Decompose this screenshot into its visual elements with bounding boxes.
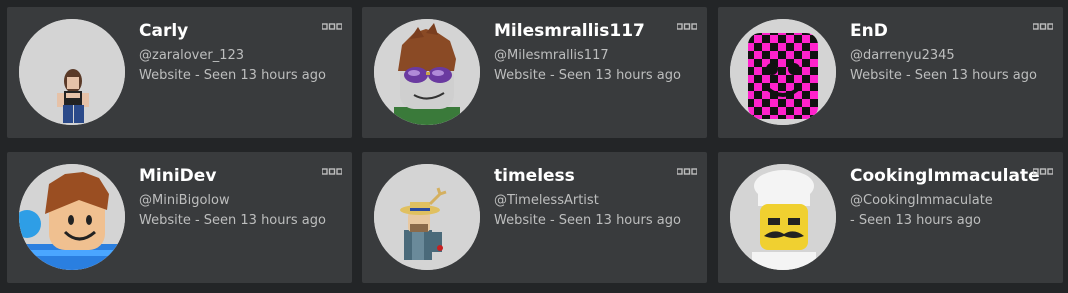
friend-status: Website - Seen 13 hours ago: [139, 68, 326, 83]
friend-username: @TimelessArtist: [494, 193, 599, 208]
avatar-minidev-icon[interactable]: [19, 164, 125, 270]
more-options-icon[interactable]: [322, 168, 342, 178]
friend-card[interactable]: Milesmrallis117 @Milesmrallis117 Website…: [362, 7, 707, 138]
friend-display-name[interactable]: MiniDev: [139, 164, 329, 188]
friend-username: @zaralover_123: [139, 48, 245, 63]
friend-username: @MiniBigolow: [139, 193, 230, 208]
avatar-end-icon[interactable]: [730, 19, 836, 125]
friend-display-name[interactable]: Milesmrallis117: [494, 19, 684, 43]
friend-display-name[interactable]: EnD: [850, 19, 1040, 43]
more-options-icon[interactable]: [677, 168, 697, 178]
friend-card[interactable]: timeless @TimelessArtist Website - Seen …: [362, 152, 707, 283]
friend-card[interactable]: CookingImmaculate @CookingImmaculate - S…: [718, 152, 1063, 283]
friend-status: - Seen 13 hours ago: [850, 213, 981, 228]
avatar-timeless-icon[interactable]: [374, 164, 480, 270]
friend-display-name[interactable]: Carly: [139, 19, 329, 43]
friend-status: Website - Seen 13 hours ago: [494, 68, 681, 83]
avatar-milesmrallis117-icon[interactable]: [374, 19, 480, 125]
friend-card[interactable]: MiniDev @MiniBigolow Website - Seen 13 h…: [7, 152, 352, 283]
friend-display-name[interactable]: timeless: [494, 164, 684, 188]
friend-status: Website - Seen 13 hours ago: [494, 213, 681, 228]
friend-display-name[interactable]: CookingImmaculate: [850, 164, 1040, 188]
friend-card[interactable]: EnD @darrenyu2345 Website - Seen 13 hour…: [718, 7, 1063, 138]
friend-username: @CookingImmaculate: [850, 193, 993, 208]
avatar-cookingimmaculate-icon[interactable]: [730, 164, 836, 270]
avatar-carly-icon[interactable]: [19, 19, 125, 125]
more-options-icon[interactable]: [677, 23, 697, 33]
friend-card[interactable]: Carly @zaralover_123 Website - Seen 13 h…: [7, 7, 352, 138]
more-options-icon[interactable]: [322, 23, 342, 33]
friend-status: Website - Seen 13 hours ago: [139, 213, 326, 228]
more-options-icon[interactable]: [1033, 168, 1053, 178]
friend-username: @darrenyu2345: [850, 48, 955, 63]
friend-username: @Milesmrallis117: [494, 48, 609, 63]
friends-grid: Carly @zaralover_123 Website - Seen 13 h…: [0, 0, 1068, 293]
more-options-icon[interactable]: [1033, 23, 1053, 33]
friend-status: Website - Seen 13 hours ago: [850, 68, 1037, 83]
